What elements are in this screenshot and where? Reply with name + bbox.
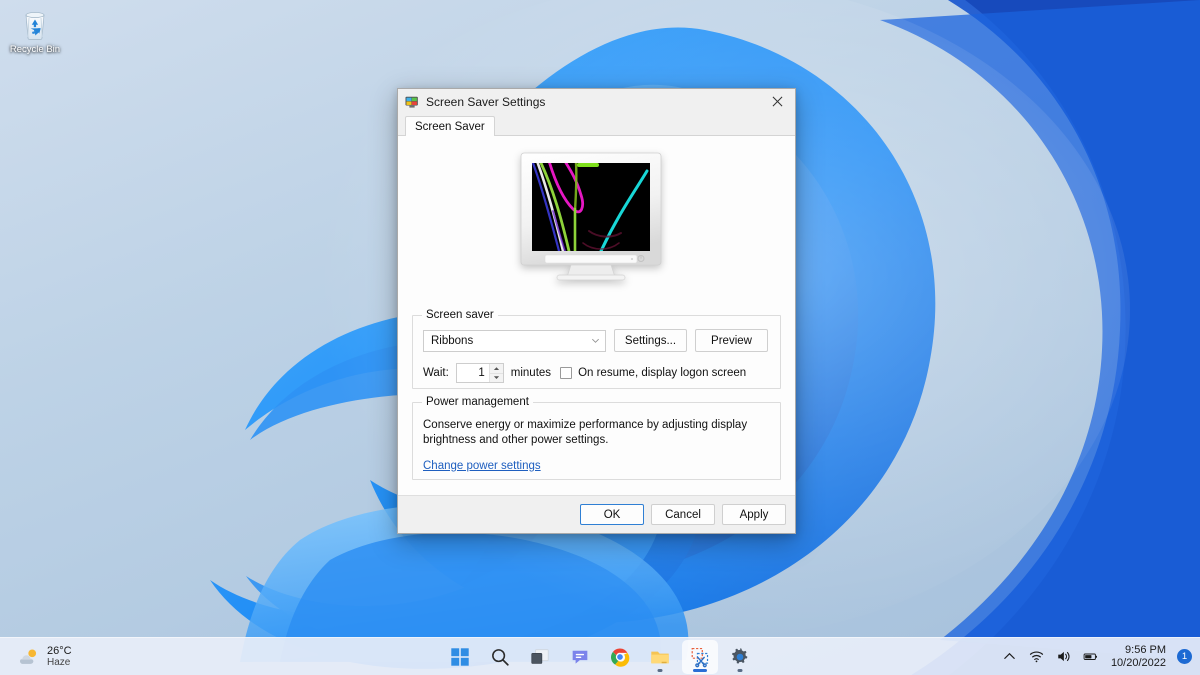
task-view-button[interactable] — [522, 640, 558, 674]
change-power-settings-link[interactable]: Change power settings — [423, 460, 541, 472]
chevron-down-icon — [592, 338, 599, 343]
chat-icon — [572, 650, 588, 664]
chrome-icon — [610, 647, 630, 667]
system-tray: 9:56 PM 10/20/2022 1 — [999, 644, 1192, 670]
wait-row: Wait: 1 minutes On resume, display logon… — [423, 363, 770, 383]
wait-stepper[interactable]: 1 — [455, 363, 504, 383]
dialog-body: Screen saver Ribbons Settings... Preview… — [398, 136, 795, 495]
snipping-tool-icon — [691, 647, 709, 667]
tab-label: Screen Saver — [415, 120, 485, 133]
clock[interactable]: 9:56 PM 10/20/2022 — [1111, 644, 1166, 670]
weather-temperature: 26°C — [47, 644, 72, 657]
weather-text: 26°C Haze — [47, 645, 72, 669]
dialog-titlebar[interactable]: Screen Saver Settings — [398, 89, 795, 114]
show-hidden-icons-button[interactable] — [999, 645, 1021, 669]
wifi-icon — [1030, 651, 1044, 663]
settings-button[interactable]: Settings... — [614, 329, 687, 352]
running-indicator — [737, 668, 743, 672]
taskbar: 26°C Haze 9:56 PM 10/20/2022 1 — [0, 637, 1200, 675]
monitor-preview-graphic — [520, 152, 661, 281]
screen-saver-group-legend: Screen saver — [422, 309, 498, 321]
monitor-preview — [519, 151, 675, 299]
dialog-footer: OK Cancel Apply — [398, 495, 795, 533]
search-button[interactable] — [482, 640, 518, 674]
tab-screen-saver[interactable]: Screen Saver — [405, 116, 495, 136]
chrome-button[interactable] — [602, 640, 638, 674]
power-management-group: Power management Conserve energy or maxi… — [412, 396, 781, 480]
apply-button[interactable]: Apply — [722, 504, 786, 525]
volume-button[interactable] — [1053, 645, 1075, 669]
logon-screen-checkbox-row[interactable]: On resume, display logon screen — [560, 367, 746, 379]
power-management-legend: Power management — [422, 396, 533, 408]
battery-icon — [1084, 653, 1098, 660]
recycle-bin-icon — [25, 12, 45, 40]
minutes-label: minutes — [510, 367, 552, 379]
preview-button[interactable]: Preview — [695, 329, 768, 352]
desktop-icon-recycle-bin[interactable]: Recycle Bin — [6, 6, 64, 55]
ok-button[interactable]: OK — [580, 504, 644, 525]
wait-decrement-button[interactable] — [489, 373, 503, 382]
windows-logo-icon — [451, 647, 469, 666]
notification-badge[interactable]: 1 — [1177, 649, 1192, 664]
chat-button[interactable] — [562, 640, 598, 674]
chevron-up-icon — [1004, 652, 1016, 659]
start-button[interactable] — [442, 640, 478, 674]
preview-area — [412, 137, 781, 313]
dialog-title: Screen Saver Settings — [426, 94, 546, 109]
snipping-tool-button[interactable] — [682, 639, 718, 674]
running-indicator — [657, 668, 663, 672]
power-management-description: Conserve energy or maximize performance … — [423, 419, 748, 446]
logon-screen-checkbox-label: On resume, display logon screen — [578, 367, 747, 379]
logon-screen-checkbox[interactable] — [560, 367, 573, 379]
wait-stepper-arrows — [488, 364, 503, 382]
wait-input[interactable]: 1 — [456, 364, 489, 382]
close-icon — [772, 96, 782, 107]
screen-saver-settings-dialog: Screen Saver Settings Screen Saver Scree… — [397, 88, 796, 534]
volume-icon — [1058, 651, 1070, 662]
folder-icon — [651, 651, 669, 663]
network-button[interactable] — [1026, 645, 1048, 669]
settings-button[interactable] — [722, 640, 758, 674]
screen-saver-group: Screen saver Ribbons Settings... Preview… — [412, 309, 781, 389]
battery-button[interactable] — [1080, 645, 1102, 669]
close-button[interactable] — [759, 89, 795, 114]
caret-down-icon — [493, 376, 499, 380]
wait-increment-button[interactable] — [489, 364, 503, 374]
taskbar-center-buttons — [442, 639, 758, 674]
screen-saver-icon — [405, 96, 418, 108]
wait-label: Wait: — [423, 367, 449, 379]
search-icon — [492, 648, 509, 666]
gear-icon — [731, 647, 748, 664]
cancel-button[interactable]: Cancel — [651, 504, 715, 525]
weather-widget[interactable]: 26°C Haze — [10, 642, 80, 672]
dialog-tabstrip: Screen Saver — [398, 114, 795, 136]
clock-date: 10/20/2022 — [1110, 656, 1166, 669]
caret-up-icon — [493, 366, 499, 370]
screensaver-select-value: Ribbons — [431, 334, 474, 347]
desktop: Recycle Bin Screen Saver Settings Screen — [0, 0, 1200, 675]
clock-time: 9:56 PM — [1125, 643, 1166, 656]
screensaver-select[interactable]: Ribbons — [423, 329, 606, 352]
task-view-icon — [531, 648, 549, 664]
sun-behind-cloud-icon — [20, 648, 37, 664]
screen-saver-selection-row: Ribbons Settings... Preview — [423, 329, 770, 352]
desktop-icon-label: Recycle Bin — [9, 44, 61, 55]
weather-condition: Haze — [47, 656, 71, 668]
file-explorer-button[interactable] — [642, 640, 678, 674]
active-indicator — [693, 668, 707, 672]
